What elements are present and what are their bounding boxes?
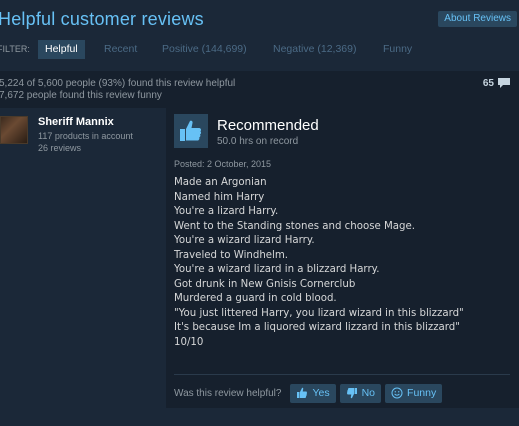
review-line: Traveled to Windhelm. [174, 249, 289, 261]
avatar[interactable] [0, 116, 28, 144]
review-line: 10/10 [174, 336, 204, 348]
review-line: Named him Harry [174, 191, 265, 203]
tab-negative[interactable]: Negative (12,369) [273, 40, 356, 59]
recommended-badge [174, 114, 208, 148]
review-verdict[interactable]: Recommended [217, 117, 319, 134]
divider [174, 374, 510, 375]
filter-label: FILTER: [0, 44, 30, 54]
review-line: You're a wizard lizard in a blizzard Har… [174, 264, 380, 275]
review-line: It's because Im a liquored wizard lizzar… [174, 322, 460, 333]
reviewer-products[interactable]: 117 products in account [38, 131, 133, 141]
review-card: Recommended 50.0 hrs on record Posted: 2… [166, 108, 519, 408]
speech-bubble-icon [498, 78, 510, 88]
vote-funny-label: Funny [407, 387, 437, 399]
thumbs-up-icon [297, 387, 308, 398]
review-line: Murdered a guard in cold blood. [174, 293, 337, 304]
comment-count-link[interactable]: 65 [483, 77, 511, 89]
helpful-vote-row: Was this review helpful? Yes No Funny [174, 383, 446, 403]
helpful-count-text: 5,224 of 5,600 people (93%) found this r… [0, 78, 236, 89]
tab-recent[interactable]: Recent [104, 40, 137, 59]
about-reviews-button[interactable]: About Reviews [438, 11, 517, 27]
review-line: Went to the Standing stones and choose M… [174, 220, 416, 232]
vote-funny-button[interactable]: Funny [385, 383, 443, 403]
comment-count-value: 65 [482, 77, 494, 89]
vote-yes-button[interactable]: Yes [290, 383, 336, 403]
reviews-header: Helpful customer reviews About Reviews [0, 0, 519, 30]
thumbs-up-icon [180, 120, 202, 141]
reviewer-reviews[interactable]: 26 reviews [38, 143, 81, 153]
review-summary: 5,224 of 5,600 people (93%) found this r… [0, 71, 519, 108]
tab-funny[interactable]: Funny [383, 40, 412, 59]
review-line: You're a lizard Harry. [174, 206, 279, 217]
helpful-question: Was this review helpful? [174, 387, 282, 399]
smiley-icon [391, 387, 403, 399]
tab-helpful[interactable]: Helpful [38, 40, 85, 59]
vote-no-label: No [361, 387, 376, 399]
reviewer-name[interactable]: Sheriff Mannix [38, 116, 114, 128]
funny-count-text: 7,672 people found this review funny [0, 90, 162, 101]
vote-yes-label: Yes [312, 387, 330, 399]
review-line: Made an Argonian [174, 177, 267, 188]
filter-bar: FILTER: Helpful Recent Positive (144,699… [0, 36, 519, 62]
review-body: Made an Argonian Named him Harry You're … [174, 176, 514, 350]
page-title: Helpful customer reviews [0, 9, 204, 29]
tab-positive[interactable]: Positive (144,699) [162, 40, 247, 59]
thumbs-down-icon [346, 388, 357, 399]
review-line: You're a wizard lizard Harry. [174, 235, 315, 246]
review-line: Got drunk in New Gnisis Cornerclub [174, 278, 356, 290]
page-bottom [0, 408, 519, 426]
review-line: "You just littered Harry, you lizard wiz… [174, 307, 464, 319]
posted-date: Posted: 2 October, 2015 [174, 159, 272, 169]
hours-on-record: 50.0 hrs on record [217, 136, 299, 147]
vote-no-button[interactable]: No [339, 383, 382, 403]
